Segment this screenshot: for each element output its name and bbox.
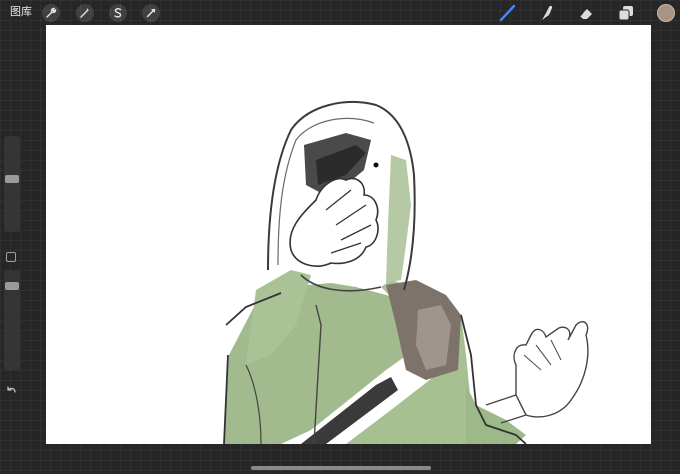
smudge-icon[interactable] — [537, 3, 557, 23]
brush-size-thumb[interactable] — [5, 175, 19, 183]
left-sidebar — [2, 136, 20, 406]
color-swatch[interactable] — [657, 4, 675, 22]
selection-icon[interactable] — [109, 4, 127, 22]
artwork-image — [223, 101, 589, 444]
gallery-button[interactable]: 图库 — [10, 5, 32, 19]
undo-icon[interactable] — [5, 384, 17, 396]
drawing-canvas[interactable] — [46, 25, 651, 444]
wrench-icon[interactable] — [42, 4, 60, 22]
magic-wand-icon[interactable] — [76, 4, 94, 22]
opacity-thumb[interactable] — [5, 282, 19, 290]
transform-arrow-icon[interactable] — [142, 4, 160, 22]
brush-size-slider[interactable] — [4, 136, 20, 232]
home-indicator[interactable] — [251, 466, 431, 470]
layers-icon[interactable] — [616, 3, 636, 23]
top-toolbar: 图库 — [0, 0, 680, 24]
modify-button[interactable] — [6, 252, 16, 262]
opacity-slider[interactable] — [4, 270, 20, 370]
eraser-icon[interactable] — [576, 3, 596, 23]
brush-icon[interactable] — [498, 3, 518, 23]
